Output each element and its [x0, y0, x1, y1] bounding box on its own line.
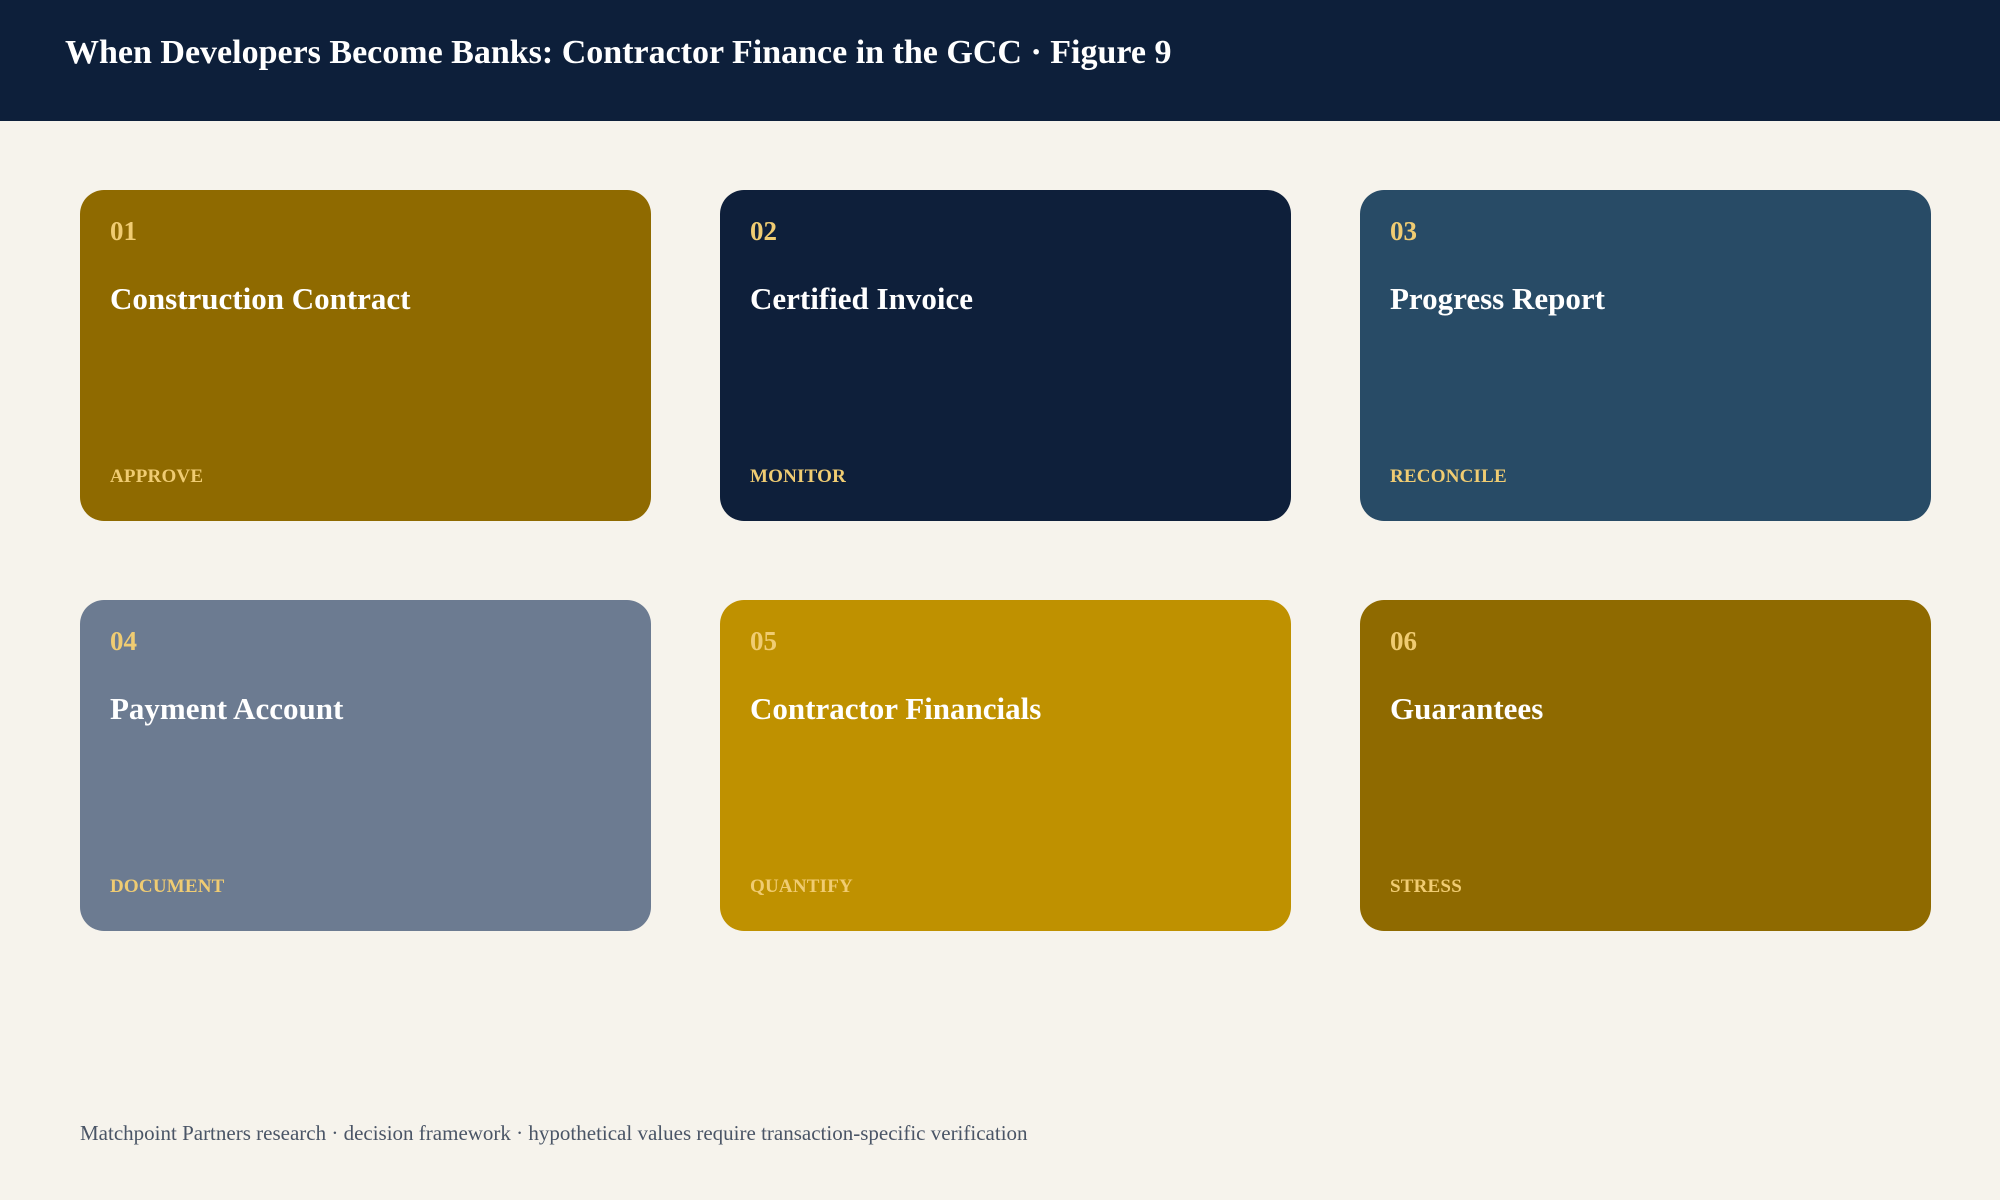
- card-title: Construction Contract: [110, 281, 411, 316]
- card-payment-account: 04 Payment Account DOCUMENT: [80, 600, 651, 931]
- card-action-label: QUANTIFY: [750, 876, 853, 897]
- card-action-label: APPROVE: [110, 466, 204, 487]
- figure-title: When Developers Become Banks: Contractor…: [65, 34, 1172, 71]
- card-grid: 01 Construction Contract APPROVE 02 Cert…: [80, 190, 1931, 931]
- card-construction-contract: 01 Construction Contract APPROVE: [80, 190, 651, 521]
- card-number: 06: [1390, 626, 1417, 656]
- card-title: Progress Report: [1390, 281, 1605, 316]
- card-contractor-financials: 05 Contractor Financials QUANTIFY: [720, 600, 1291, 931]
- card-number: 02: [750, 216, 777, 246]
- card-title: Guarantees: [1390, 691, 1544, 726]
- source-note: Matchpoint Partners research · decision …: [80, 1121, 1028, 1145]
- card-title: Payment Account: [110, 691, 344, 726]
- card-title: Contractor Financials: [750, 691, 1042, 726]
- card-number: 01: [110, 216, 137, 246]
- card-title: Certified Invoice: [750, 281, 973, 316]
- card-certified-invoice: 02 Certified Invoice MONITOR: [720, 190, 1291, 521]
- header-bar: When Developers Become Banks: Contractor…: [0, 0, 2000, 121]
- card-guarantees: 06 Guarantees STRESS: [1360, 600, 1931, 931]
- card-progress-report: 03 Progress Report RECONCILE: [1360, 190, 1931, 521]
- card-action-label: DOCUMENT: [110, 876, 225, 897]
- card-number: 05: [750, 626, 777, 656]
- card-number: 03: [1390, 216, 1417, 246]
- card-action-label: MONITOR: [750, 466, 847, 487]
- card-number: 04: [110, 626, 137, 656]
- card-action-label: STRESS: [1390, 876, 1462, 897]
- card-action-label: RECONCILE: [1390, 466, 1507, 487]
